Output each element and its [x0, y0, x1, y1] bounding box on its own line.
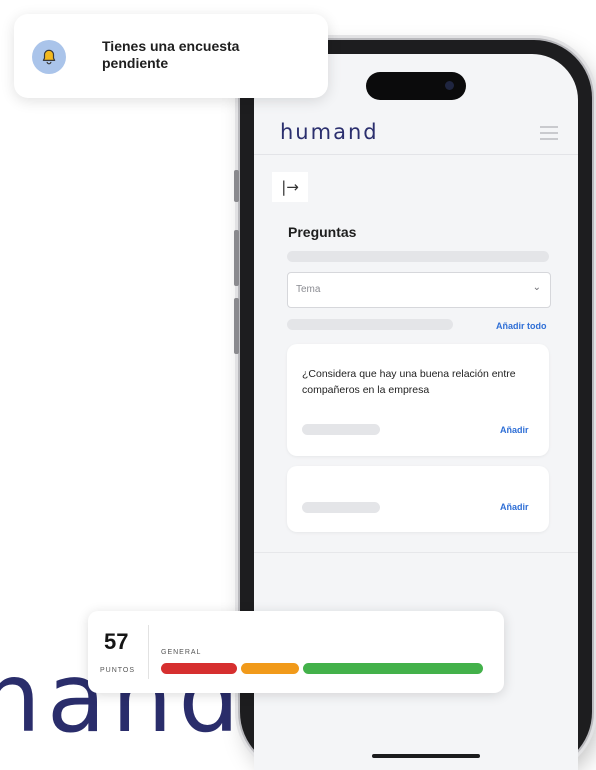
notification-card[interactable]: Tienes una encuesta pendiente	[14, 14, 328, 98]
skeleton-line	[302, 502, 380, 513]
app-header: humand	[254, 112, 578, 155]
phone-volume-up	[234, 230, 239, 286]
arrow-right-to-bar-icon: |→	[281, 178, 299, 196]
page-title: Preguntas	[288, 224, 357, 240]
home-indicator	[372, 754, 480, 758]
score-card: 57 PUNTOS GENERAL	[88, 611, 504, 693]
notification-text: Tienes una encuesta pendiente	[102, 38, 240, 71]
add-all-link[interactable]: Añadir todo	[496, 321, 547, 331]
skeleton-line	[302, 424, 380, 435]
topic-select[interactable]: Tema ⌄	[287, 272, 551, 308]
phone-volume-down	[234, 298, 239, 354]
phone-silent-switch	[234, 170, 239, 202]
score-bar-red	[161, 663, 237, 674]
question-text: ¿Considera que hay una buena relación en…	[302, 368, 516, 396]
app-logo: humand	[280, 120, 379, 144]
question-card: Añadir	[287, 466, 549, 532]
add-question-button[interactable]: Añadir	[500, 425, 529, 435]
bell-icon	[32, 40, 66, 74]
chevron-down-icon: ⌄	[532, 282, 541, 293]
score-unit: PUNTOS	[100, 667, 136, 674]
topic-select-label: Tema	[296, 284, 321, 295]
add-question-button[interactable]: Añadir	[500, 502, 529, 512]
divider	[254, 552, 578, 553]
score-category: GENERAL	[161, 649, 202, 656]
score-bar-green	[303, 663, 483, 674]
score-bar-orange	[241, 663, 299, 674]
dynamic-island	[366, 72, 466, 100]
skeleton-line	[287, 251, 549, 262]
score-value: 57	[104, 629, 129, 654]
divider	[148, 625, 149, 679]
expand-sidebar-button[interactable]: |→	[272, 172, 308, 202]
skeleton-line	[287, 319, 453, 330]
question-card: ¿Considera que hay una buena relación en…	[287, 344, 549, 456]
hamburger-menu-icon[interactable]	[540, 126, 558, 140]
